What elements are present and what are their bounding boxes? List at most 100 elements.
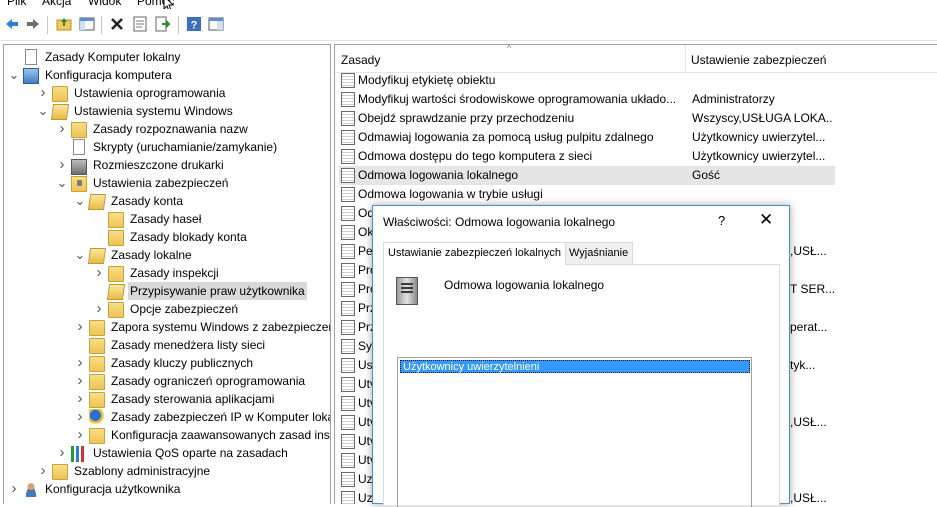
tree-item[interactable]: Zasady blokady konta — [93, 228, 249, 246]
chevron-right-icon[interactable]: › — [8, 480, 20, 498]
folder-icon — [108, 212, 124, 228]
chevron-down-icon[interactable]: ⌄ — [74, 192, 86, 210]
chevron-down-icon[interactable]: ⌄ — [8, 66, 20, 84]
table-row[interactable]: Modyfikuj etykietę obiektu — [339, 71, 835, 90]
security-setting-cell: Wszyscy,USŁUGA LOKA... — [692, 111, 832, 125]
delete-icon[interactable] — [107, 14, 127, 34]
tree-item[interactable]: › Zasady zabezpieczeń IP w Komputer lokal… — [74, 408, 330, 426]
export-list-icon[interactable] — [153, 14, 173, 34]
security-setting-cell: T SER... — [790, 282, 836, 296]
tree-item[interactable]: Skrypty (uruchamianie/zamykanie) — [56, 138, 279, 156]
tree-item-label: Zasady menedżera listy sieci — [111, 338, 266, 352]
qos-chart-icon — [71, 446, 87, 462]
tree-item[interactable]: Zasady Komputer lokalny — [8, 48, 182, 66]
menu-view[interactable]: Widok — [88, 0, 121, 8]
chevron-right-icon[interactable]: › — [56, 156, 68, 174]
properties-icon[interactable] — [130, 14, 150, 34]
tree-item[interactable]: › Konfiguracja użytkownika — [8, 480, 182, 498]
chevron-right-icon[interactable]: › — [74, 318, 86, 336]
chevron-right-icon[interactable]: › — [37, 462, 49, 480]
folder-open-icon — [87, 194, 107, 210]
tree-item[interactable]: › Szablony administracyjne — [37, 462, 212, 480]
properties-dialog: Właściwości: Odmowa logowania lokalnego … — [372, 205, 790, 507]
policy-item-icon — [341, 320, 355, 335]
chevron-right-icon[interactable]: › — [93, 264, 105, 282]
tree-item[interactable]: › Zasady rozpoznawania nazw — [56, 120, 250, 138]
tree-item[interactable]: › Zapora systemu Windows z zabezpieczenia — [74, 318, 330, 336]
printer-icon — [71, 158, 87, 175]
tree-item-label: Zasady inspekcji — [130, 266, 219, 280]
policy-name-cell: Modyfikuj wartości środowiskowe oprogram… — [358, 92, 677, 106]
policy-item-icon — [341, 92, 355, 107]
table-row[interactable]: Odmawiaj logowania za pomocą usług pulpi… — [339, 128, 835, 147]
ip-security-icon — [89, 409, 105, 425]
tree-item[interactable]: Zasady menedżera listy sieci — [74, 336, 267, 354]
tree-item[interactable]: ⌄ Zasady konta — [74, 192, 185, 210]
table-row[interactable]: Modyfikuj wartości środowiskowe oprogram… — [339, 90, 835, 109]
policy-item-icon — [341, 206, 355, 221]
tab-local-security-setting[interactable]: Ustawianie zabezpieczeń lokalnych — [383, 242, 567, 265]
up-folder-icon[interactable] — [54, 14, 74, 34]
security-setting-cell: Gość — [692, 168, 721, 182]
tree-item-label: Zasady kluczy publicznych — [111, 356, 254, 370]
help-icon[interactable]: ? — [184, 14, 204, 34]
column-header-policy[interactable]: Zasady — [341, 53, 380, 67]
table-row[interactable]: Odmowa logowania lokalnego Gość — [339, 166, 835, 185]
policy-item-icon — [341, 453, 355, 468]
tree-item[interactable]: › Rozmieszczone drukarki — [56, 156, 226, 175]
tree-item[interactable]: ⌄ Ustawienia zabezpieczeń — [56, 174, 230, 192]
tree-item[interactable]: › Ustawienia oprogramowania — [37, 84, 227, 102]
show-pane-icon[interactable] — [206, 14, 226, 34]
tree-item-label: Zasady sterowania aplikacjami — [111, 392, 275, 406]
tree-item[interactable]: ⌄ Zasady lokalne — [74, 246, 194, 264]
tree-item[interactable]: › Ustawienia QoS oparte na zasadach — [56, 444, 290, 462]
console-tree[interactable]: Zasady Komputer lokalny ⌄ Konfiguracja kom… — [3, 44, 331, 504]
chevron-down-icon[interactable]: ⌄ — [74, 246, 86, 264]
dialog-help-button[interactable]: ? — [718, 213, 725, 228]
column-header-security-setting[interactable]: Ustawienie zabezpieczeń — [691, 53, 826, 67]
tree-item[interactable]: › Zasady ograniczeń oprogramowania — [74, 372, 307, 390]
policy-item-icon — [341, 168, 355, 183]
security-folder-icon — [71, 176, 87, 192]
chevron-down-icon[interactable]: ⌄ — [37, 102, 49, 120]
chevron-right-icon[interactable]: › — [74, 426, 86, 444]
policy-name-cell: Obejdź sprawdzanie przy przechodzeniu — [358, 111, 575, 125]
members-listbox[interactable]: Użytkownicy uwierzytelnieni — [397, 357, 752, 507]
forward-arrow-icon[interactable] — [23, 14, 43, 34]
no-expander — [93, 228, 105, 246]
tree-item-label: Ustawienia oprogramowania — [74, 86, 226, 100]
tree-item[interactable]: ⌄ Konfiguracja komputera — [8, 66, 174, 84]
chevron-right-icon[interactable]: › — [74, 372, 86, 390]
security-setting-cell: Użytkownicy uwierzytel... — [692, 149, 826, 163]
menu-action[interactable]: Akcja — [42, 0, 71, 8]
tab-explain[interactable]: Wyjaśnianie — [564, 242, 634, 264]
table-row[interactable]: Obejdź sprawdzanie przy przechodzeniu Wsz… — [339, 109, 835, 128]
tree-item[interactable]: › Zasady sterowania aplikacjami — [74, 390, 276, 408]
chevron-right-icon[interactable]: › — [37, 84, 49, 102]
tree-item-label: Zasady ograniczeń oprogramowania — [111, 374, 306, 388]
tree-item[interactable]: › Zasady inspekcji — [93, 264, 221, 282]
member-item[interactable]: Użytkownicy uwierzytelnieni — [400, 360, 750, 373]
policy-item-icon — [341, 111, 355, 126]
chevron-right-icon[interactable]: › — [93, 300, 105, 318]
chevron-down-icon[interactable]: ⌄ — [56, 174, 68, 192]
table-row[interactable]: Odmowa dostępu do tego komputera z sieci… — [339, 147, 835, 166]
policy-item-icon — [341, 472, 355, 487]
tree-item[interactable]: › Opcje zabezpieczeń — [93, 300, 240, 318]
chevron-right-icon[interactable]: › — [74, 408, 86, 426]
dialog-close-button[interactable]: ✕ — [759, 210, 773, 230]
tree-item[interactable]: › Zasady kluczy publicznych — [74, 354, 255, 372]
back-arrow-icon[interactable] — [2, 14, 22, 34]
tree-item[interactable]: Zasady haseł — [93, 210, 203, 228]
table-row[interactable]: Odmowa logowania w trybie usługi — [339, 185, 835, 204]
chevron-right-icon[interactable]: › — [56, 444, 68, 462]
chevron-right-icon[interactable]: › — [74, 390, 86, 408]
tree-item[interactable]: Przypisywanie praw użytkownika — [93, 282, 307, 300]
chevron-right-icon[interactable]: › — [74, 354, 86, 372]
menu-file[interactable]: Plik — [7, 0, 26, 8]
show-hide-tree-icon[interactable] — [77, 14, 97, 34]
tree-item[interactable]: ⌄ Ustawienia systemu Windows — [37, 102, 235, 120]
tree-item[interactable]: › Konfiguracja zaawansowanych zasad inspe — [74, 426, 330, 444]
chevron-right-icon[interactable]: › — [56, 120, 68, 138]
policy-item-icon — [341, 187, 355, 202]
